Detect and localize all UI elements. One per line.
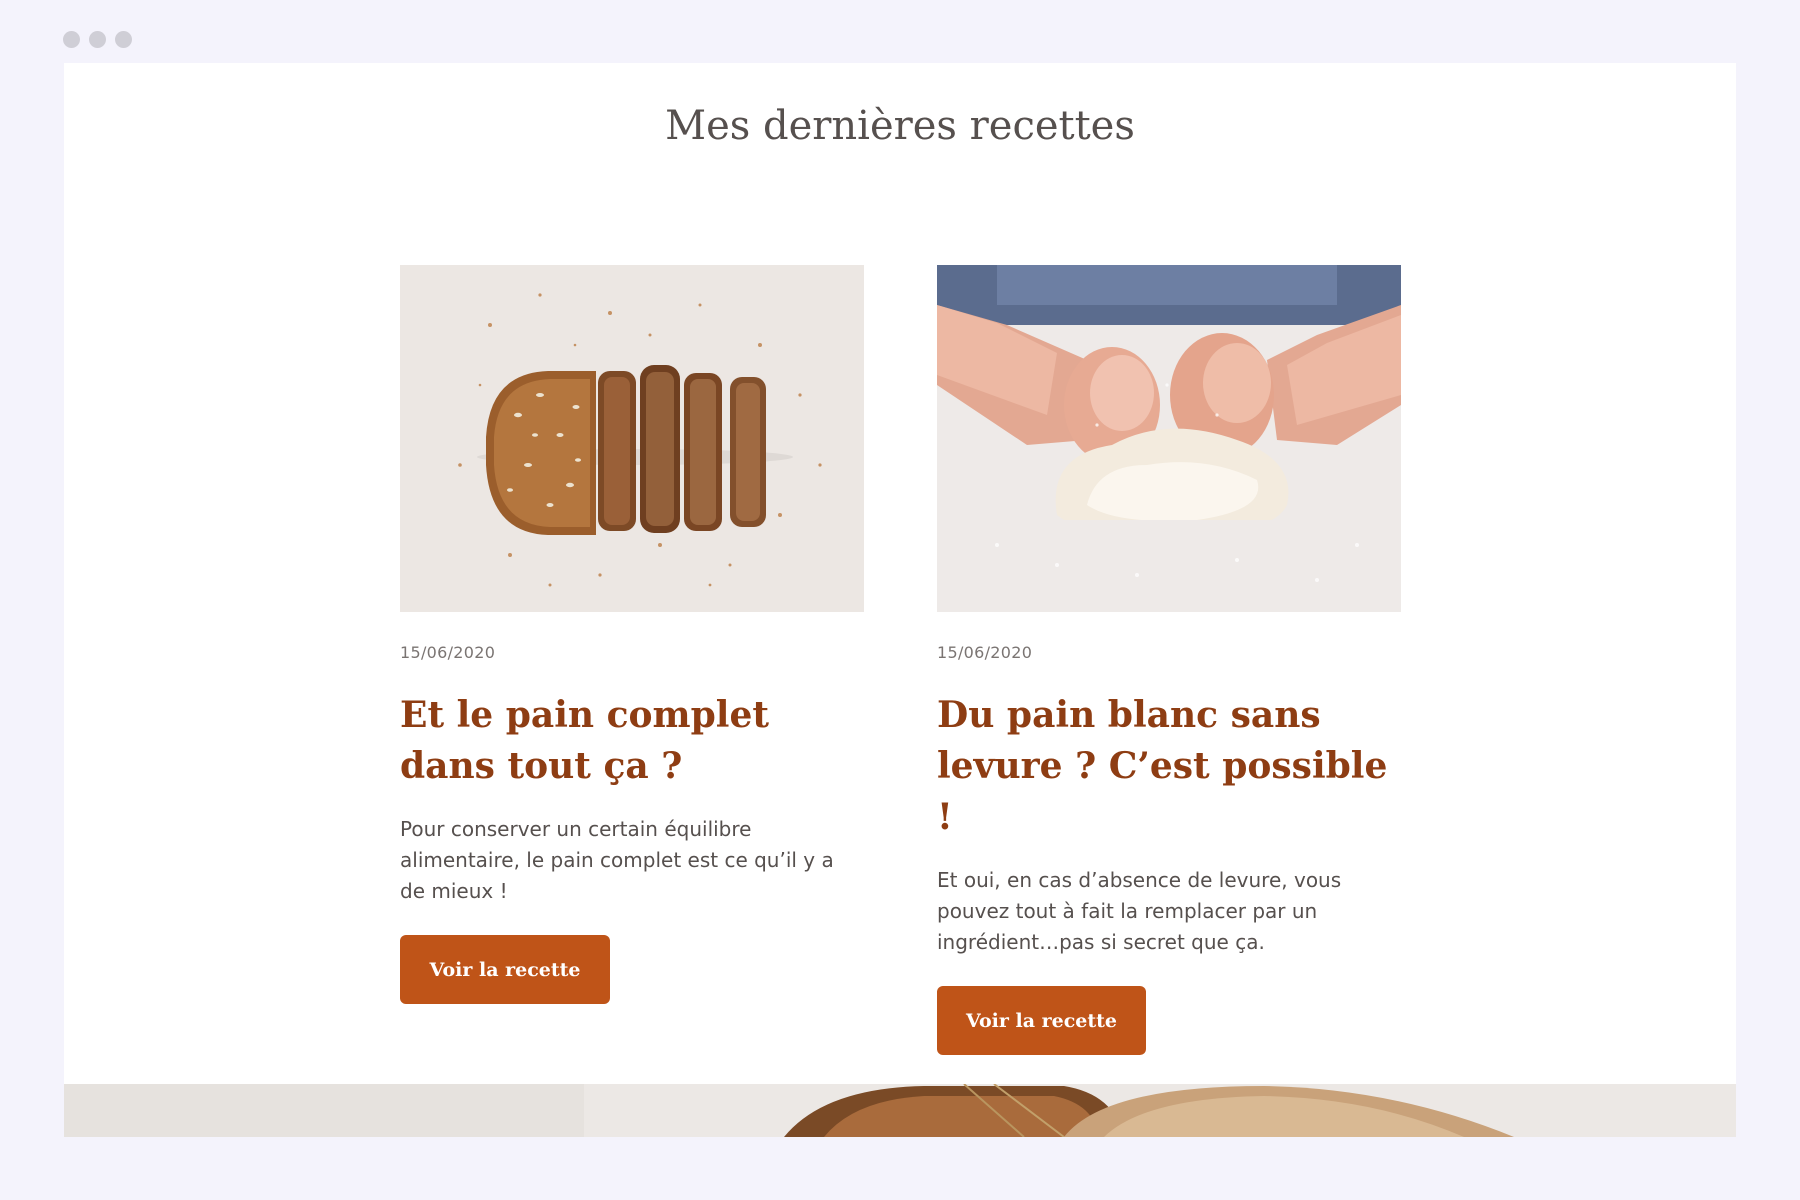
window-controls [63,31,132,48]
post-date: 15/06/2020 [400,643,496,662]
recipe-excerpt: Et oui, en cas d’absence de levure, vous… [937,868,1342,954]
recipe-title[interactable]: Et le pain complet dans tout ça ? [400,690,864,792]
recipe-image-whole-grain-bread[interactable] [400,265,864,612]
post-date: 15/06/2020 [937,643,1033,662]
window-minimize-dot[interactable] [89,31,106,48]
recipe-card: 15/06/2020 Et le pain complet dans tout … [400,265,864,1004]
recipe-excerpt: Pour conserver un certain équilibre alim… [400,817,834,903]
window-close-dot[interactable] [63,31,80,48]
window-maximize-dot[interactable] [115,31,132,48]
view-recipe-button[interactable]: Voir la recette [937,986,1146,1055]
bread-banner-image [64,1084,1736,1137]
recipe-card: 15/06/2020 Du pain blanc sans levure ? C… [937,265,1401,1055]
section-title: Mes dernières recettes [665,103,1135,149]
recipe-title[interactable]: Du pain blanc sans levure ? C’est possib… [937,690,1401,843]
browser-window: Mes dernières recettes 15/06/2020 Et le … [64,63,1736,1137]
recipe-image-kneading-dough[interactable] [937,265,1401,612]
view-recipe-button[interactable]: Voir la recette [400,935,610,1004]
